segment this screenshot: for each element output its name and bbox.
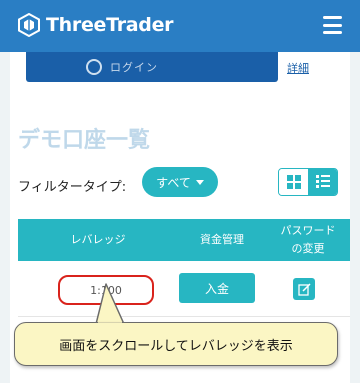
list-view-icon xyxy=(315,174,330,190)
filter-type-selected: すべて xyxy=(156,175,191,190)
column-header-funds: 資金管理 xyxy=(200,233,244,246)
chevron-down-icon xyxy=(195,179,204,185)
list-view-button[interactable] xyxy=(308,169,337,195)
edit-icon xyxy=(297,282,311,296)
table-header: レバレッジ 資金管理 パスワード の変更 xyxy=(18,219,350,261)
top-navigation-bar: ThreeTrader xyxy=(0,0,360,52)
filter-type-label: フィルタータイプ: xyxy=(18,180,127,195)
brand-name: ThreeTrader xyxy=(46,14,174,36)
column-header-leverage: レバレッジ xyxy=(70,233,126,246)
change-password-button[interactable] xyxy=(293,278,315,300)
table-row: 1:100 入金 xyxy=(18,261,350,317)
grid-view-icon xyxy=(286,175,301,189)
clock-icon xyxy=(86,59,102,75)
threetrader-logo-icon xyxy=(18,13,40,37)
account-action-label: ログイン xyxy=(110,61,158,74)
instruction-callout: 画面をスクロールしてレバレッジを表示 xyxy=(14,322,338,366)
account-action-button[interactable]: ログイン xyxy=(26,52,278,82)
view-toggle xyxy=(278,168,338,196)
column-header-password-line1: パスワード xyxy=(280,224,336,237)
grid-view-button[interactable] xyxy=(279,169,308,195)
filter-type-dropdown[interactable]: すべて xyxy=(142,167,218,197)
callout-text: 画面をスクロールしてレバレッジを表示 xyxy=(59,338,293,354)
leverage-value: 1:100 xyxy=(58,275,154,305)
column-header-password-line2: の変更 xyxy=(291,242,325,255)
deposit-button[interactable]: 入金 xyxy=(179,273,255,303)
hamburger-menu-icon[interactable] xyxy=(323,16,342,34)
column-header-password: パスワード の変更 xyxy=(266,219,350,261)
brand-logo[interactable]: ThreeTrader xyxy=(18,13,174,37)
detail-link[interactable]: 詳細 xyxy=(287,60,309,76)
page-title: デモ口座一覧 xyxy=(18,128,151,153)
